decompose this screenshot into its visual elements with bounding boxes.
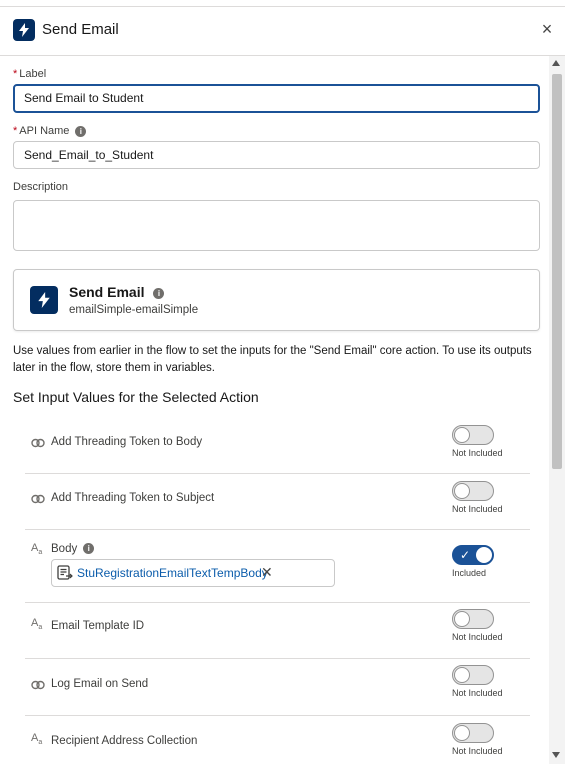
- toggle-knob: [454, 611, 470, 627]
- modal-body: * Label Send Email to Student * API Name i …: [0, 56, 548, 764]
- scrollbar-thumb[interactable]: [552, 74, 562, 469]
- input-row-label: Add Threading Token to Subject: [51, 492, 215, 504]
- input-row-body: Aa Body i StuRegistrationEmailTextTempBod…: [25, 529, 530, 603]
- lightning-bolt-icon: [30, 286, 58, 314]
- include-toggle[interactable]: [452, 481, 494, 501]
- check-icon: ✓: [460, 548, 471, 562]
- toggle-knob: [454, 667, 470, 683]
- toggle-state-label: Not Included: [452, 746, 503, 756]
- send-email-modal: Send Email × * Label Send Email to Studen…: [0, 6, 565, 764]
- input-row-label: Email Template ID: [51, 620, 145, 632]
- input-row-email-template-id: Aa Email Template ID Not Included: [25, 602, 530, 659]
- info-icon[interactable]: i: [75, 125, 87, 137]
- toggle-knob: [454, 427, 470, 443]
- info-icon[interactable]: i: [83, 543, 95, 555]
- api-name-field-label: * API Name i: [13, 125, 87, 137]
- text-icon-sub: a: [38, 739, 43, 747]
- modal-title: Send Email: [42, 21, 119, 38]
- resource-pill-label: StuRegistrationEmailTextTempBody: [77, 566, 268, 580]
- section-title: Set Input Values for the Selected Action: [13, 389, 259, 405]
- input-row-label: Recipient Address Collection: [51, 735, 198, 747]
- toggle-knob: [454, 725, 470, 741]
- text-icon: Aa: [31, 732, 45, 746]
- boolean-icon: [31, 680, 45, 690]
- action-card-title-text: Send Email: [69, 284, 145, 300]
- include-toggle[interactable]: [452, 609, 494, 629]
- description-textarea[interactable]: [13, 200, 540, 251]
- toggle-knob: [454, 483, 470, 499]
- toggle-knob: [476, 547, 492, 563]
- required-mark: *: [13, 68, 18, 80]
- api-name-input[interactable]: Send_Email_to_Student: [13, 141, 540, 169]
- text-template-icon: [57, 565, 73, 580]
- boolean-icon: [31, 494, 45, 504]
- input-row-label: Body i: [51, 543, 95, 555]
- vertical-scrollbar[interactable]: [549, 56, 565, 764]
- include-toggle[interactable]: [452, 665, 494, 685]
- info-icon[interactable]: i: [153, 287, 165, 299]
- text-icon: Aa: [31, 542, 45, 556]
- input-row-add-threading-token-body: Add Threading Token to Body Not Included: [25, 417, 530, 474]
- toggle-state-label: Included: [452, 568, 487, 578]
- scroll-down-arrow-icon[interactable]: [552, 752, 560, 758]
- action-card-subtitle: emailSimple-emailSimple: [69, 304, 199, 316]
- help-text: Use values from earlier in the flow to s…: [13, 345, 532, 374]
- input-row-label: Log Email on Send: [51, 678, 149, 690]
- text-icon-sub: a: [38, 624, 43, 632]
- input-row-add-threading-token-subject: Add Threading Token to Subject Not Inclu…: [25, 473, 530, 530]
- label-field-text: Label: [19, 68, 47, 80]
- required-mark: *: [13, 125, 18, 137]
- include-toggle[interactable]: [452, 723, 494, 743]
- include-toggle[interactable]: [452, 425, 494, 445]
- input-row-recipient-address-collection: Aa Recipient Address Collection Not Incl…: [25, 715, 530, 764]
- input-row-label-text: Body: [51, 543, 78, 555]
- toggle-state-label: Not Included: [452, 688, 503, 698]
- api-name-label-text: API Name: [19, 125, 70, 137]
- modal-header: Send Email ×: [0, 7, 565, 56]
- text-icon: Aa: [31, 617, 45, 631]
- remove-icon[interactable]: ✕: [261, 564, 273, 581]
- toggle-state-label: Not Included: [452, 448, 503, 458]
- action-card-title: Send Email i: [69, 284, 165, 300]
- input-row-log-email-on-send: Log Email on Send Not Included: [25, 658, 530, 716]
- label-input[interactable]: Send Email to Student: [13, 84, 540, 113]
- scroll-up-arrow-icon[interactable]: [552, 60, 560, 66]
- include-toggle[interactable]: ✓: [452, 545, 494, 565]
- toggle-state-label: Not Included: [452, 504, 503, 514]
- close-icon[interactable]: ×: [537, 19, 557, 39]
- label-field-label: * Label: [13, 68, 46, 80]
- action-card: Send Email i emailSimple-emailSimple: [13, 269, 540, 331]
- lightning-bolt-icon: [13, 19, 35, 41]
- description-label: Description: [13, 181, 69, 193]
- input-row-label: Add Threading Token to Body: [51, 436, 203, 448]
- text-icon-sub: a: [38, 549, 43, 557]
- toggle-state-label: Not Included: [452, 632, 503, 642]
- resource-pill[interactable]: StuRegistrationEmailTextTempBody ✕: [51, 559, 335, 587]
- boolean-icon: [31, 438, 45, 448]
